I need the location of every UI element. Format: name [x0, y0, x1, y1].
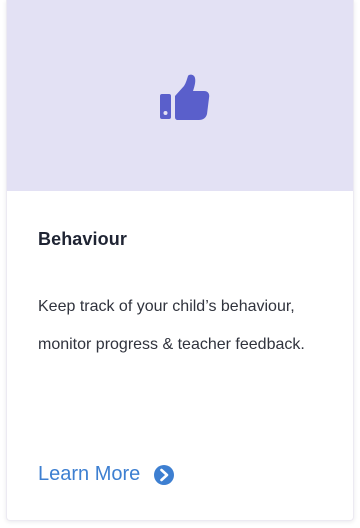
chevron-right-circle-icon	[154, 464, 175, 485]
learn-more-link[interactable]: Learn More	[38, 463, 175, 486]
learn-more-label: Learn More	[38, 463, 141, 485]
card-banner	[7, 0, 353, 191]
thumbs-up-icon	[160, 74, 210, 120]
card-title: Behaviour	[38, 229, 127, 249]
behaviour-card: Behaviour Keep track of your child’s beh…	[6, 0, 354, 521]
card-description: Keep track of your child’s behaviour, mo…	[38, 298, 305, 353]
